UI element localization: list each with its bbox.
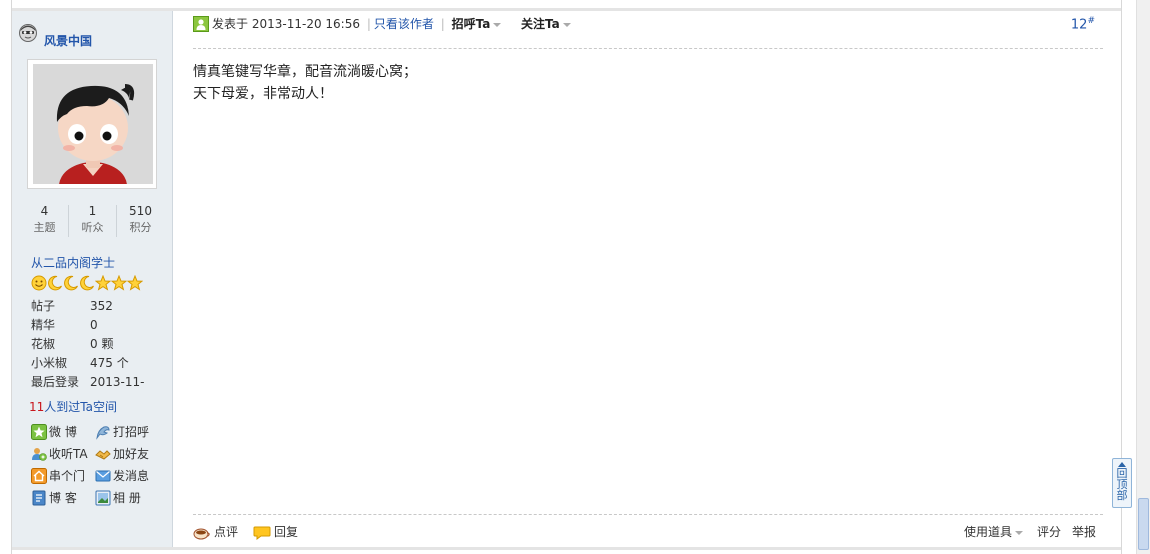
- post-content-line: 天下母爱，非常动人！: [193, 86, 333, 102]
- profile-value: 352: [90, 299, 113, 313]
- moon-icon: [63, 275, 79, 291]
- stat-points-label: 积分: [129, 221, 152, 234]
- author-sidebar: 风景中国 4 主题 1 听众 510 积分 从二品内阁学士 帖子 352 精华 …: [12, 11, 173, 547]
- meta-separator: |: [366, 17, 371, 31]
- floor-number: 12: [1070, 17, 1088, 33]
- stat-threads-label: 主题: [33, 221, 56, 234]
- stat-points[interactable]: 510 积分: [117, 203, 164, 237]
- space-visitors-link[interactable]: 11人到过Ta空间: [29, 398, 117, 415]
- profile-value: 0 颗: [90, 337, 114, 351]
- online-status-icon: [18, 23, 38, 43]
- avatar[interactable]: [27, 59, 157, 189]
- reply-bubble-icon: [253, 525, 271, 541]
- blog-icon: [31, 490, 47, 506]
- post-online-icon: [193, 16, 209, 32]
- post-bottom-divider: [12, 547, 1121, 550]
- back-to-top-button[interactable]: 回顶部: [1112, 458, 1132, 508]
- stat-listeners-label: 听众: [81, 221, 104, 234]
- post-footer: 点评 回复 使用道具 评分 举报: [193, 522, 1103, 542]
- profile-value: 2013-11-: [90, 375, 145, 389]
- coffee-cup-icon: [193, 525, 211, 541]
- comment-button[interactable]: 点评: [193, 522, 238, 542]
- message-icon: [95, 468, 111, 484]
- greet-ta-label: 招呼Ta: [451, 17, 491, 31]
- profile-row-pepper: 花椒 0 颗: [31, 335, 171, 354]
- reply-button[interactable]: 回复: [253, 522, 298, 542]
- greet-ta-button[interactable]: 招呼Ta: [452, 17, 502, 31]
- profile-row-last-login: 最后登录 2013-11-: [31, 373, 171, 392]
- moon-icon: [47, 275, 63, 291]
- rate-button[interactable]: 评分: [1037, 522, 1061, 542]
- profile-key: 花椒: [31, 337, 56, 351]
- post-meta: 发表于 2013-11-20 16:56 | 只看该作者 | 招呼Ta 关注Ta: [212, 16, 571, 32]
- report-button[interactable]: 举报: [1072, 522, 1096, 542]
- stat-points-value: 510: [129, 204, 152, 218]
- star-icon: [110, 274, 128, 291]
- star-icon: [126, 274, 144, 291]
- greet-icon: [95, 424, 111, 440]
- author-profile: 帖子 352 精华 0 花椒 0 颗 小米椒 475 个 最后登录 2013-11-: [31, 297, 171, 392]
- smile-icon: [31, 275, 47, 291]
- stat-listeners[interactable]: 1 听众: [69, 203, 116, 237]
- follow-ta-label: 关注Ta: [520, 17, 560, 31]
- weibo-icon: [31, 424, 47, 440]
- profile-key: 精华: [31, 318, 56, 332]
- floor-number-link[interactable]: 12#: [1071, 16, 1095, 32]
- moon-icon: [79, 275, 95, 291]
- use-tools-menu[interactable]: 使用道具: [964, 522, 1024, 542]
- action-label: 博 客: [49, 491, 77, 505]
- meta-separator: |: [440, 17, 445, 31]
- add-friend-icon: [95, 446, 111, 462]
- use-tools-label: 使用道具: [964, 525, 1013, 539]
- reply-label: 回复: [274, 525, 299, 539]
- follow-icon: [31, 446, 47, 462]
- album-icon: [95, 490, 111, 506]
- rank-level-icons: [31, 274, 144, 291]
- follow-ta-button[interactable]: 关注Ta: [521, 17, 571, 31]
- star-icon: [94, 274, 112, 291]
- profile-value: 475 个: [90, 356, 129, 370]
- action-label: 收听TA: [49, 447, 88, 461]
- author-rank[interactable]: 从二品内阁学士: [31, 254, 115, 271]
- post-content-line: 情真笔键写华章，配音流淌暖心窝；: [193, 64, 417, 80]
- post-datetime: 2013-11-20 16:56: [251, 17, 360, 31]
- comment-label: 点评: [214, 525, 239, 539]
- profile-row-digest: 精华 0: [31, 316, 171, 335]
- profile-key: 最后登录: [31, 375, 80, 389]
- back-to-top-label: 回顶部: [1116, 467, 1128, 502]
- stat-threads-value: 4: [40, 204, 49, 218]
- scrollbar-thumb[interactable]: [1138, 498, 1149, 550]
- action-label: 相 册: [113, 491, 141, 505]
- stat-listeners-value: 1: [88, 204, 97, 218]
- profile-row-posts: 帖子 352: [31, 297, 171, 316]
- profile-row-small-pepper: 小米椒 475 个: [31, 354, 171, 373]
- profile-key: 小米椒: [31, 356, 68, 370]
- action-label: 串个门: [49, 469, 86, 483]
- stat-threads[interactable]: 4 主题: [21, 203, 68, 237]
- action-label: 发消息: [113, 469, 150, 483]
- action-label: 微 博: [49, 425, 77, 439]
- post-date-prefix: 发表于: [212, 17, 249, 31]
- author-stats: 4 主题 1 听众 510 积分: [20, 203, 168, 239]
- action-label: 打招呼: [113, 425, 150, 439]
- visitors-text: 人到过Ta空间: [44, 400, 117, 414]
- only-author-link[interactable]: 只看该作者: [374, 17, 434, 31]
- home-icon: [31, 468, 47, 484]
- floor-mark: #: [1087, 16, 1095, 26]
- post-header: 发表于 2013-11-20 16:56 | 只看该作者 | 招呼Ta 关注Ta …: [193, 13, 1103, 35]
- avatar-image: [33, 64, 153, 184]
- post-content: 情真笔键写华章，配音流淌暖心窝； 天下母爱，非常动人！: [193, 61, 1093, 105]
- visitors-count: 11: [29, 400, 45, 414]
- profile-key: 帖子: [31, 299, 56, 313]
- action-label: 加好友: [113, 447, 150, 461]
- profile-value: 0: [90, 318, 98, 332]
- vertical-scrollbar[interactable]: [1136, 0, 1150, 554]
- post-header-divider: [193, 48, 1103, 49]
- post-footer-divider: [193, 514, 1103, 515]
- chevron-down-icon: [562, 22, 571, 27]
- author-name-link[interactable]: 风景中国: [44, 32, 92, 49]
- post-top-divider: [12, 8, 1121, 11]
- chevron-down-icon: [493, 22, 502, 27]
- chevron-down-icon: [1015, 530, 1024, 535]
